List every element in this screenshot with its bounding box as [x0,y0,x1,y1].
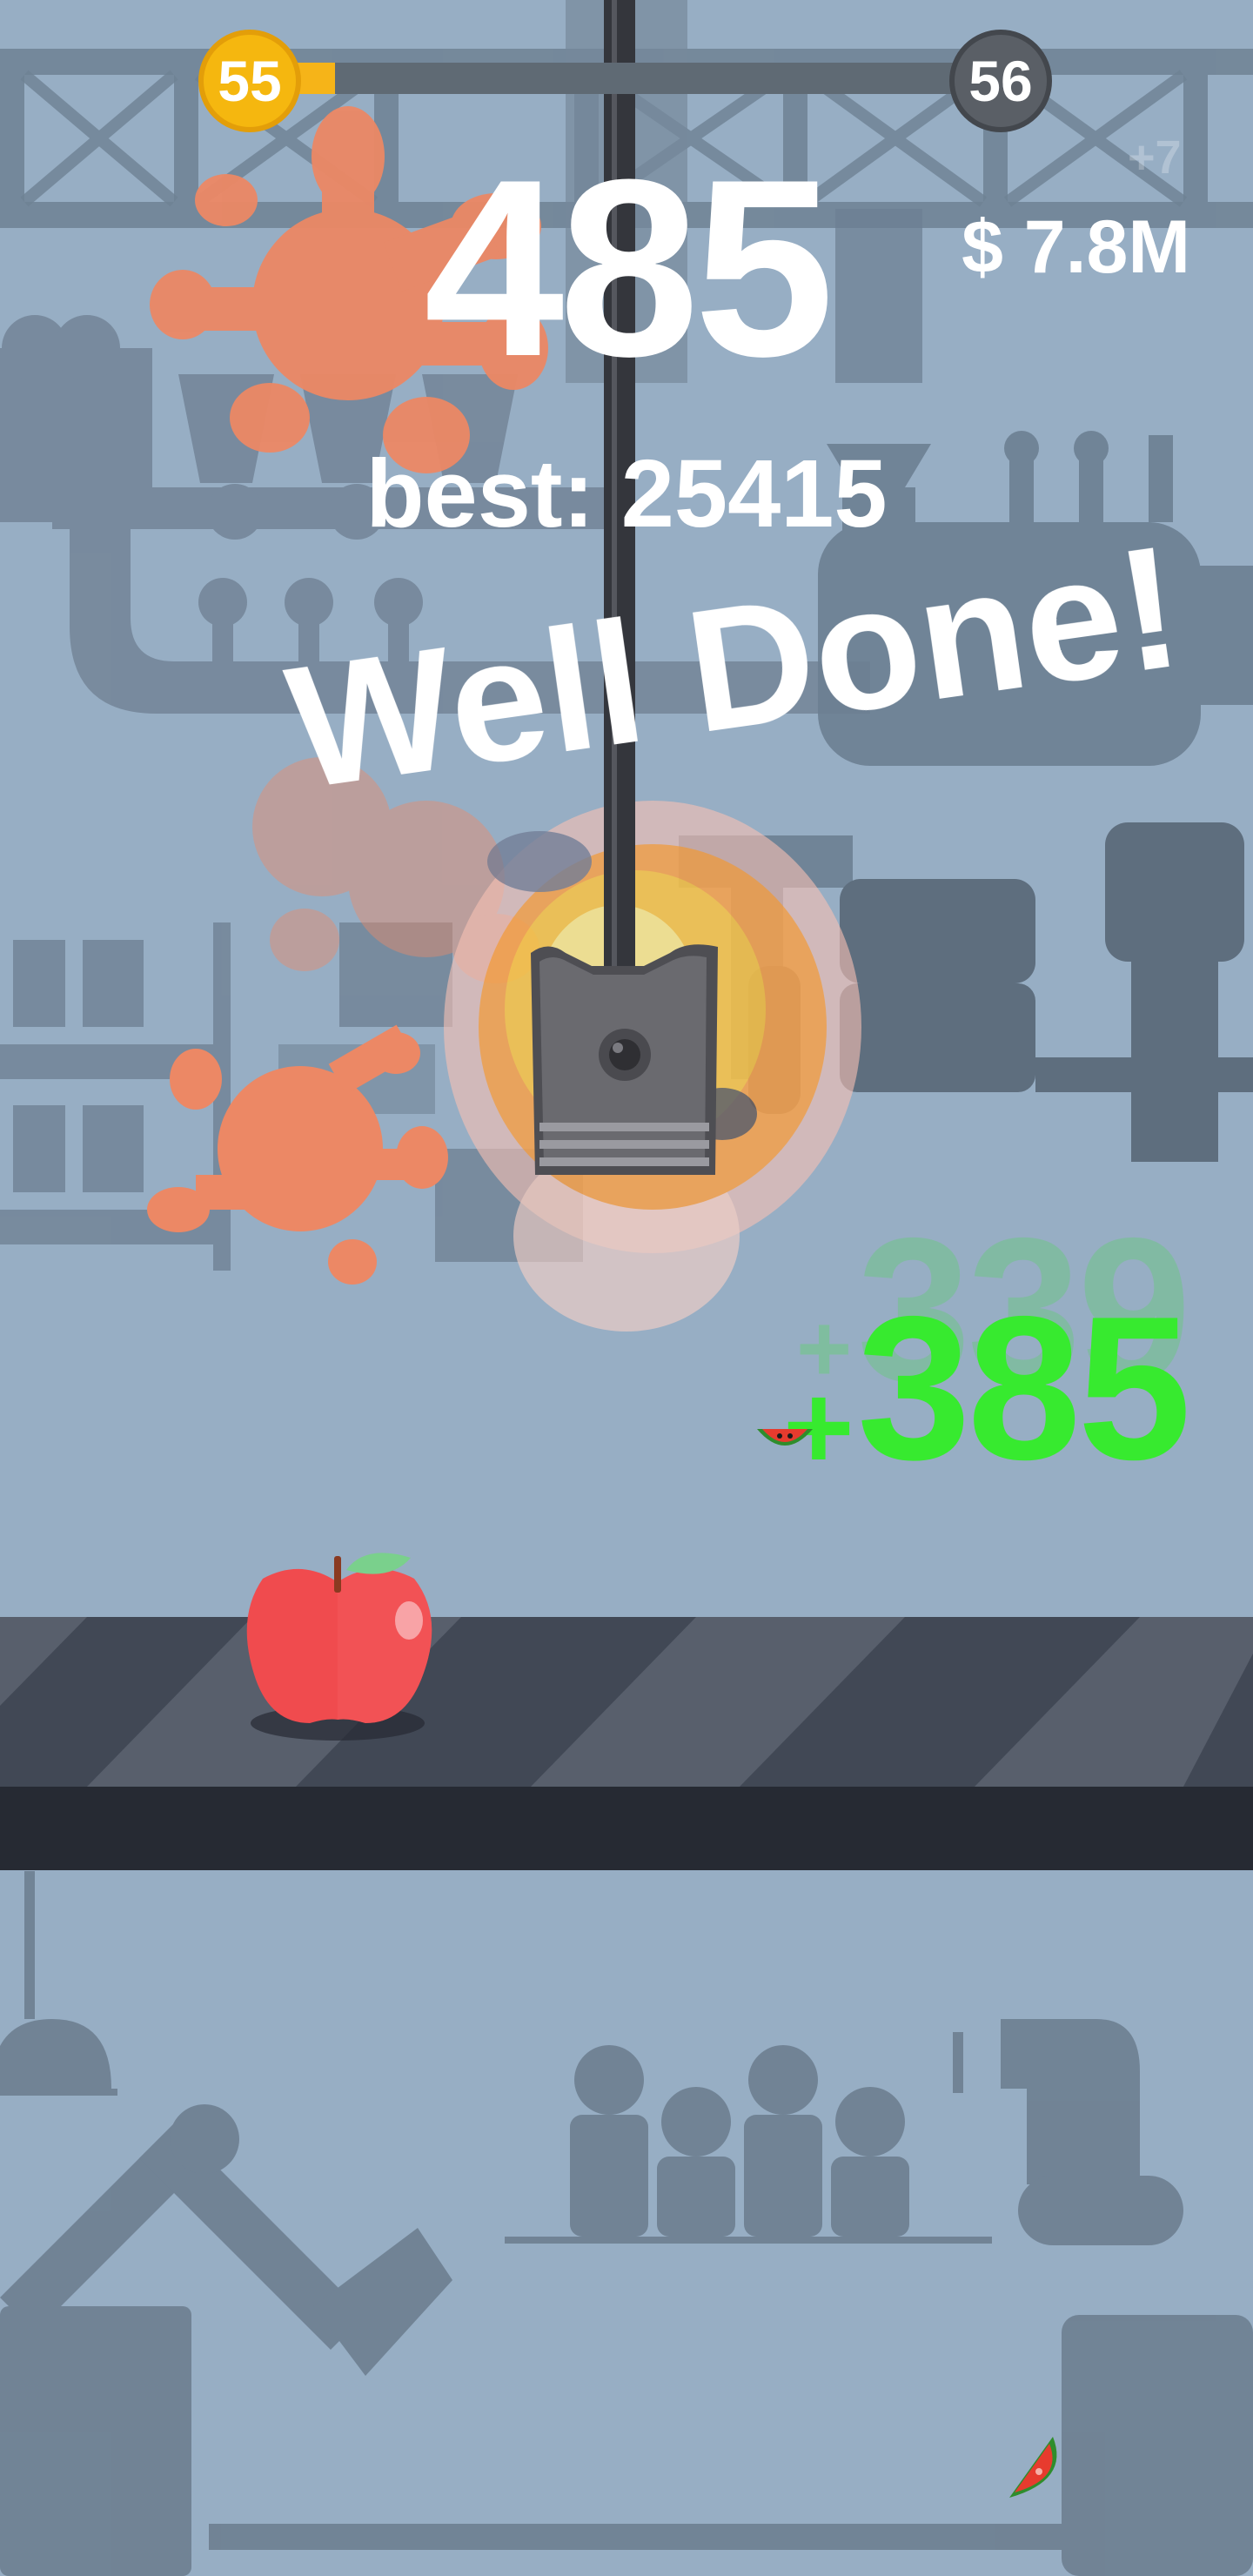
game-screen[interactable]: 55 56 485 best: 25415 +7 $ 7.8M Well Don… [0,0,1253,2576]
apple-icon[interactable] [244,1540,444,1749]
watermelon-slice-icon [757,1429,813,1446]
watermelon-slice-icon [1009,2437,1057,2498]
level-progress-track [287,63,966,94]
conveyor-belt-icon [0,1617,1253,1870]
score-value: 485 [424,127,834,409]
money-increment: +7 [1128,131,1182,184]
best-score: best: 25415 [365,440,888,547]
next-level-badge: 56 [949,30,1052,132]
points-gain: 385 [857,1273,1191,1502]
money-balance: $ 7.8M [962,205,1190,289]
current-level-badge: 55 [198,30,301,132]
